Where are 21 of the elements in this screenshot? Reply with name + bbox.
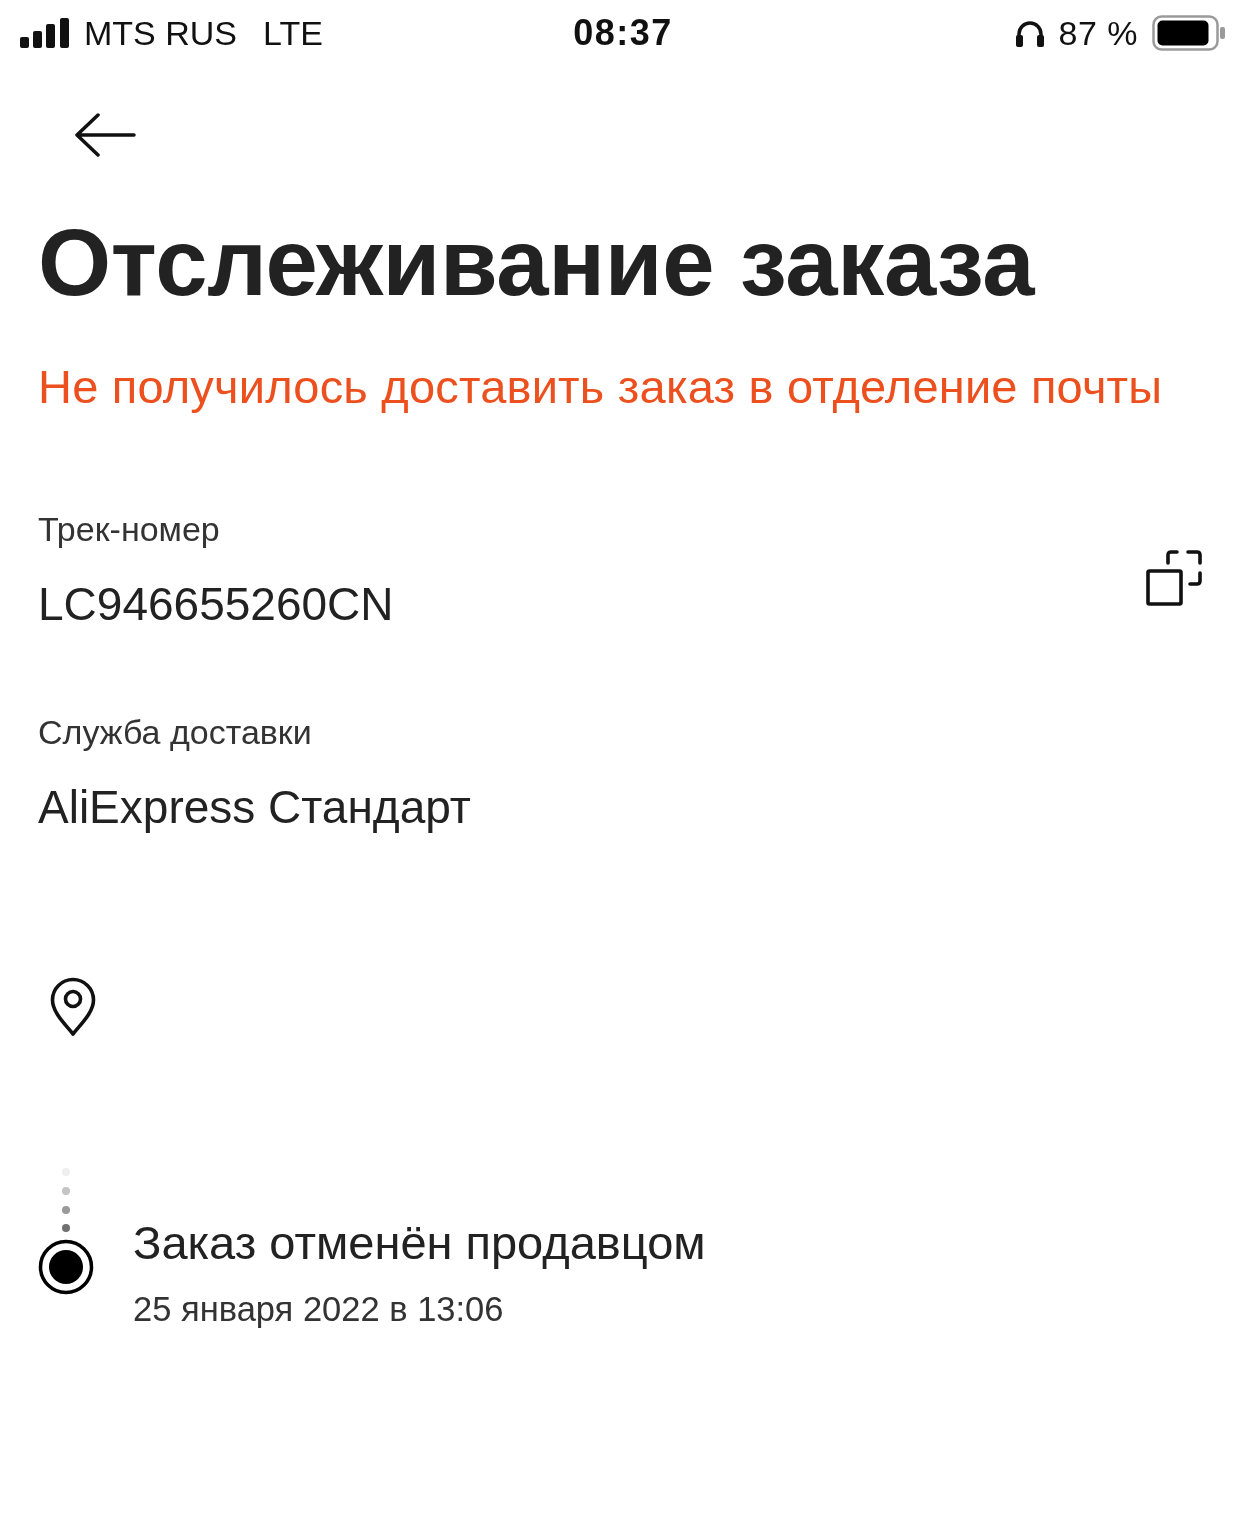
page-title: Отслеживание заказа xyxy=(38,209,1036,317)
delivery-status-message: Не получилось доставить заказ в отделение почты xyxy=(38,359,1164,414)
network-type: LTE xyxy=(263,13,323,53)
battery-percent: 87 % xyxy=(1058,13,1138,53)
copy-icon xyxy=(1146,549,1202,606)
back-arrow-icon xyxy=(74,113,136,157)
dotted-line xyxy=(61,1167,71,1233)
back-button[interactable] xyxy=(72,110,138,160)
signal-icon xyxy=(20,18,70,48)
field-label: Служба доставки xyxy=(38,712,313,753)
field-label: Трек-номер xyxy=(38,509,221,550)
location-pin-icon xyxy=(50,977,96,1037)
field-value: AliExpress Стандарт xyxy=(38,780,472,835)
step-date: 25 января 2022 в 13:06 xyxy=(133,1289,505,1330)
step-title: Заказ отменён продавцом xyxy=(133,1215,706,1271)
battery-icon xyxy=(1152,15,1226,51)
headphones-icon xyxy=(1014,19,1045,47)
copy-button[interactable] xyxy=(1144,547,1204,608)
field-value: LC946655260CN xyxy=(38,577,395,632)
clock-time: 08:37 xyxy=(573,13,673,53)
carrier-name: MTS RUS xyxy=(84,13,237,53)
